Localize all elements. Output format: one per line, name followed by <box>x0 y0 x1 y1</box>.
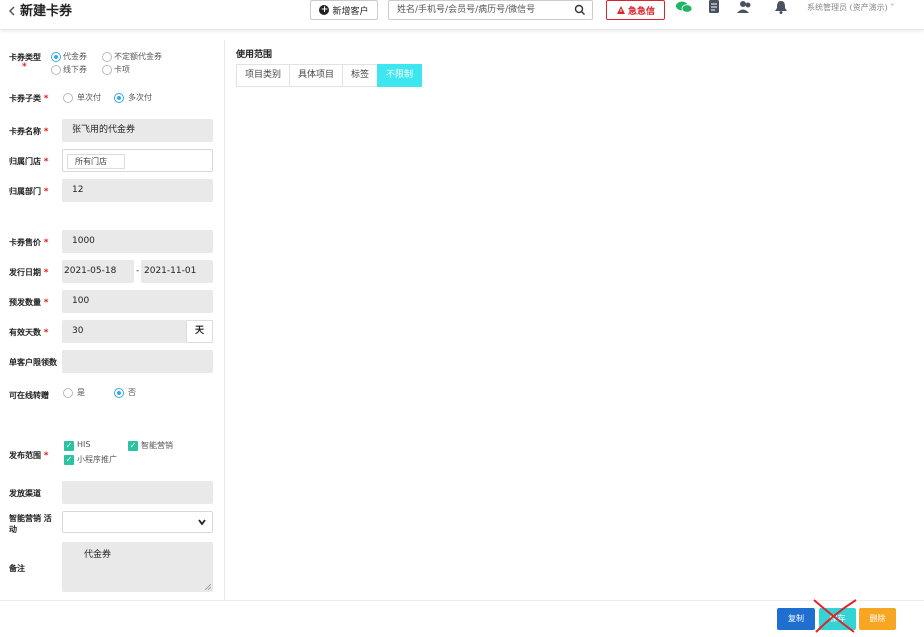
option-label: 是 <box>77 388 85 397</box>
tab-category[interactable]: 项目类别 <box>236 64 290 87</box>
option-label: 智能营销 <box>141 441 173 450</box>
channel-input[interactable] <box>62 481 213 504</box>
remark-textarea[interactable]: 代金券 <box>62 542 213 592</box>
radio-transfer-yes[interactable] <box>63 388 73 398</box>
option-label: 代金券 <box>63 52 87 61</box>
footer-divider <box>0 600 924 601</box>
issue-date-end[interactable]: 2021-11-01 <box>141 260 213 283</box>
coupon-name-label: 卡券名称 * <box>9 127 49 137</box>
department-label: 归属部门 * <box>9 187 49 197</box>
presale-qty-input[interactable]: 100 <box>62 290 213 313</box>
option-label: 单次付 <box>77 93 101 102</box>
remark-text: 代金券 <box>84 550 112 560</box>
valid-days-input[interactable]: 30 <box>62 320 186 343</box>
wechat-icon[interactable] <box>675 0 693 14</box>
option-label: 小程序推广 <box>77 455 117 464</box>
store-label: 归属门店 * <box>9 157 49 167</box>
per-customer-limit-label: 单客户限领数 <box>9 358 57 367</box>
new-customer-label: 新增客户 <box>332 6 369 17</box>
marketing-activity-select[interactable] <box>62 511 213 533</box>
plus-circle-icon: + <box>319 5 330 15</box>
search-input[interactable] <box>389 1 569 19</box>
presale-qty-label: 预发数量 * <box>9 298 49 308</box>
option-label: 多次付 <box>128 93 152 102</box>
coupon-name-input[interactable]: 张飞用的代金券 <box>62 119 213 142</box>
tab-unrestricted[interactable]: 不限制 <box>377 64 423 87</box>
valid-days-unit: 天 <box>186 320 213 343</box>
issue-date-start[interactable]: 2021-05-18 <box>62 260 134 283</box>
marketing-activity-label: 智能营销 活 <box>9 514 52 523</box>
store-tag[interactable]: 所有门店 <box>67 154 125 169</box>
user-name: 系统管理员 (资产演示) <box>807 3 888 12</box>
radio-coupon-type-card[interactable] <box>102 65 112 75</box>
page-title: 新建卡券 <box>20 4 73 19</box>
radio-subtype-single[interactable] <box>63 93 73 103</box>
marketing-activity-label-2: 动 <box>9 525 17 534</box>
cross-mark-icon <box>813 599 857 633</box>
valid-days-label: 有效天数 * <box>9 328 49 338</box>
coupon-subtype-label: 卡券子类 * <box>9 94 49 104</box>
users-icon[interactable] <box>736 0 754 14</box>
urgent-label: 急急信 <box>627 6 655 17</box>
urgent-icon <box>616 6 625 14</box>
scope-tabs: 项目类别 具体项目 标签 不限制 <box>236 64 423 87</box>
checkbox-mini-program[interactable]: ✓ <box>64 455 74 465</box>
document-icon[interactable] <box>705 0 723 14</box>
user-menu[interactable]: 系统管理员 (资产演示) ˅ <box>807 2 894 13</box>
online-transfer-label: 可在线转赠 <box>9 391 49 400</box>
publish-scope-label: 发布范围 * <box>9 451 49 461</box>
radio-coupon-type-variable[interactable] <box>102 52 112 62</box>
issue-date-label: 发行日期 * <box>9 268 49 278</box>
checkbox-his[interactable]: ✓ <box>64 441 74 451</box>
panel-divider <box>224 40 225 600</box>
search-icon[interactable] <box>574 4 586 16</box>
required-mark: * <box>22 62 27 72</box>
department-input[interactable]: 12 <box>62 179 213 202</box>
resize-handle-icon[interactable] <box>205 584 211 590</box>
radio-coupon-type-voucher[interactable] <box>51 52 61 62</box>
bell-icon[interactable] <box>772 0 790 14</box>
checkbox-smart-marketing[interactable]: ✓ <box>128 441 138 451</box>
price-input[interactable]: 1000 <box>62 230 213 253</box>
urgent-letter-button[interactable]: 急急信 <box>606 0 665 20</box>
per-customer-limit-input[interactable] <box>62 350 213 373</box>
remark-label: 备注 <box>9 564 25 573</box>
search-box <box>388 0 593 20</box>
option-label: 线下券 <box>63 65 87 74</box>
delete-button[interactable]: 删除 <box>859 608 896 630</box>
tab-label[interactable]: 标签 <box>342 64 378 87</box>
new-customer-button[interactable]: + 新增客户 <box>310 0 378 20</box>
chevron-down-icon: ˅ <box>887 3 895 12</box>
radio-coupon-type-offline[interactable] <box>51 65 61 75</box>
radio-subtype-multi[interactable] <box>114 93 124 103</box>
option-label: 不定额代金券 <box>114 52 162 61</box>
channel-label: 发放渠道 <box>9 489 41 498</box>
option-label: HIS <box>77 440 91 449</box>
chevron-left-icon[interactable] <box>8 6 16 16</box>
radio-transfer-no[interactable] <box>114 388 124 398</box>
top-header: 新建卡券 + 新增客户 急急信 系统管理员 (资产演示 <box>0 0 924 30</box>
tab-specific-item[interactable]: 具体项目 <box>289 64 343 87</box>
option-label: 否 <box>128 388 136 397</box>
option-label: 卡项 <box>114 65 130 74</box>
price-label: 卡券售价 * <box>9 238 49 248</box>
scope-title: 使用范围 <box>236 50 273 60</box>
date-separator: - <box>136 266 140 276</box>
chevron-down-icon <box>198 519 206 526</box>
